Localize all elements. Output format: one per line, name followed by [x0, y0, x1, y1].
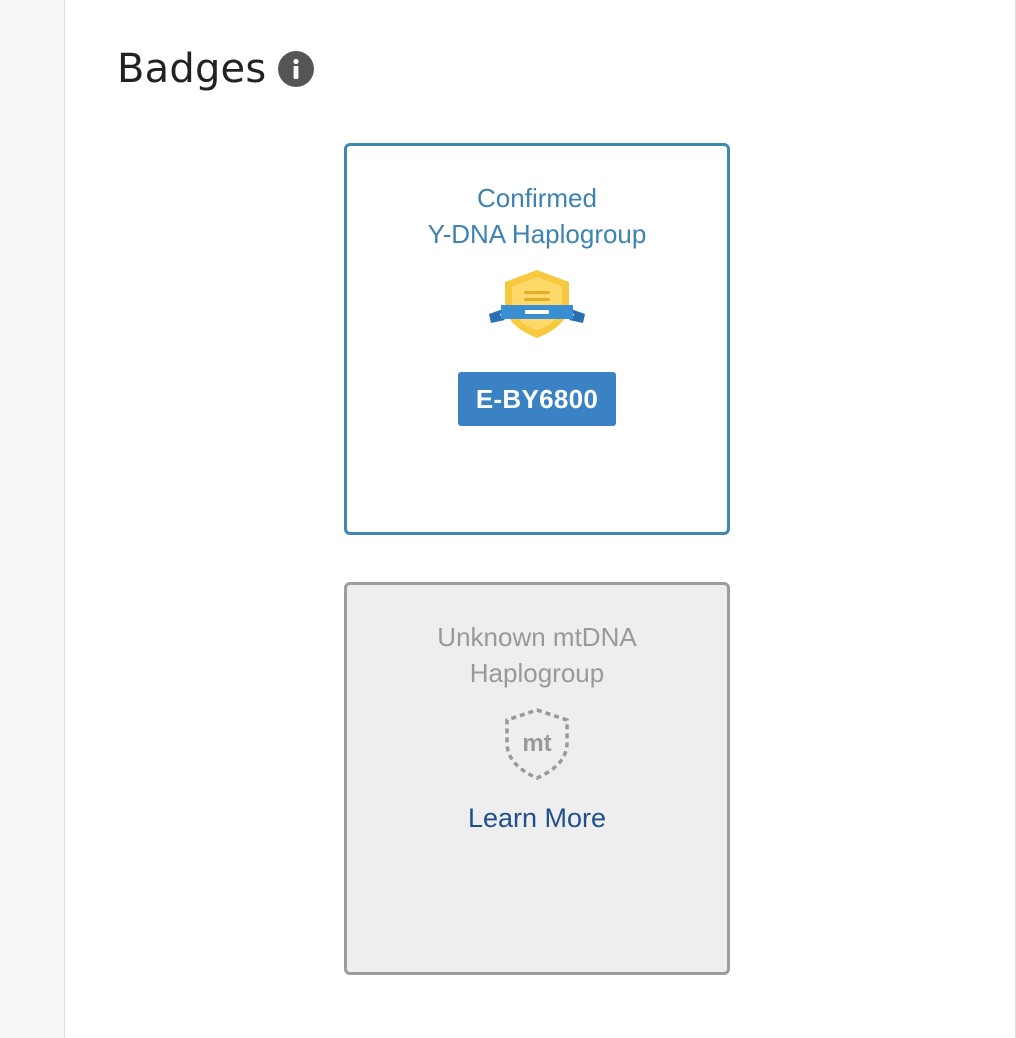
- badge-title-line: Y-DNA Haplogroup: [427, 219, 647, 249]
- learn-more-link[interactable]: Learn More: [468, 803, 606, 834]
- haplogroup-chip: E-BY6800: [457, 372, 617, 426]
- dashed-shield-icon: mt: [505, 708, 569, 780]
- shield-ribbon-icon: [489, 270, 585, 338]
- badge-icon-wrap: [347, 268, 727, 340]
- section-title: Badges: [117, 46, 267, 92]
- info-icon[interactable]: [278, 51, 315, 87]
- badge-title: Unknown mtDNA Haplogroup: [347, 619, 727, 691]
- ydna-haplogroup-badge[interactable]: Confirmed Y-DNA Haplogroup E-BY6800: [344, 143, 730, 535]
- mtdna-haplogroup-badge[interactable]: Unknown mtDNA Haplogroup mt Learn More: [344, 582, 730, 975]
- mt-icon-text: mt: [522, 730, 551, 757]
- badge-title-line: Haplogroup: [469, 658, 605, 688]
- badges-section-header: Badges: [117, 44, 315, 94]
- badge-icon-wrap: mt: [347, 707, 727, 781]
- badge-title-line: Confirmed: [477, 183, 597, 213]
- badge-title: Confirmed Y-DNA Haplogroup: [347, 180, 727, 252]
- badge-title-line: Unknown mtDNA: [437, 622, 637, 652]
- left-gutter: [0, 0, 64, 1035]
